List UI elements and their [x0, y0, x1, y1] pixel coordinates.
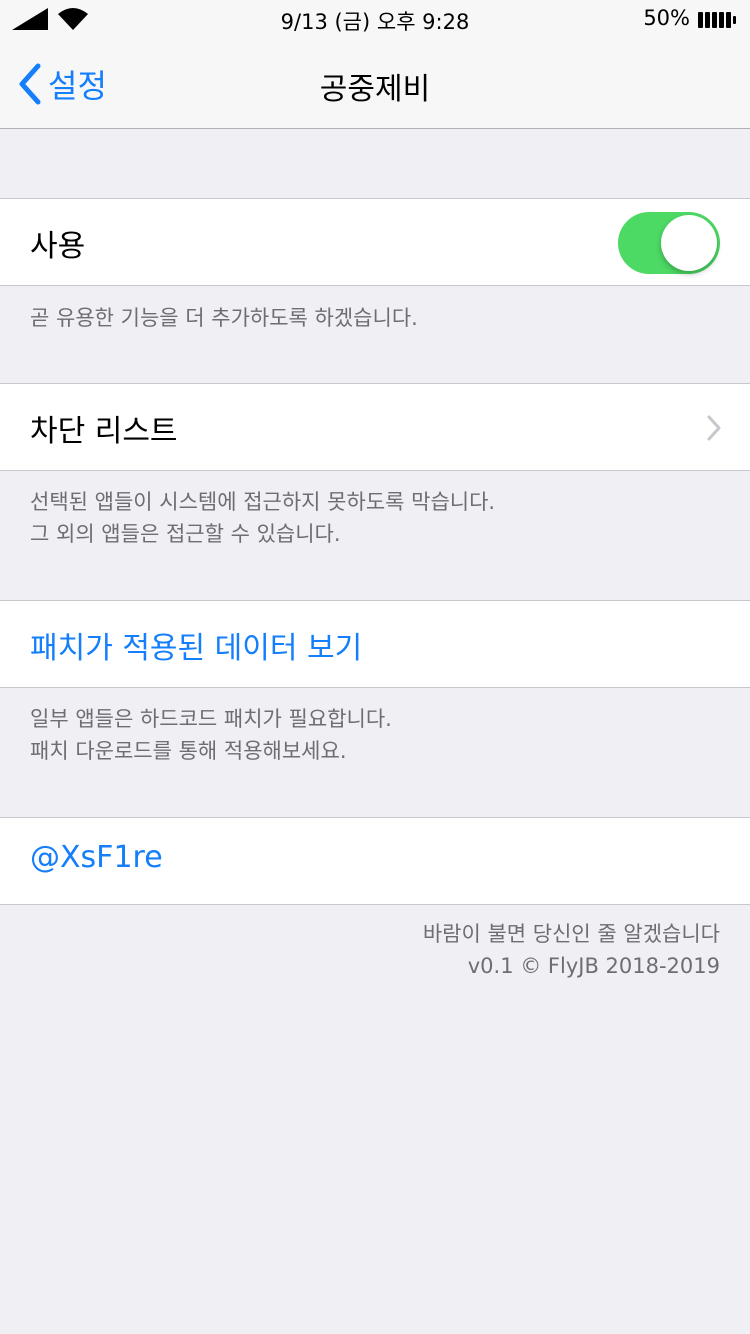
status-bar: 9/13 (금) 오후 9:28 50% [0, 0, 750, 40]
patch-data-link: 패치가 적용된 데이터 보기 [30, 631, 363, 666]
page-title: 공중제비 [319, 72, 431, 107]
patch-footer-line2: 패치 다운로드를 통해 적용해보세요. [30, 739, 347, 763]
chevron-right-icon [707, 415, 721, 441]
blocklist-label: 차단 리스트 [30, 414, 178, 449]
status-time: 9/13 (금) 오후 9:28 [280, 10, 470, 34]
credits: 바람이 불면 당신인 줄 알겠습니다 v0.1 © FlyJB 2018-201… [30, 918, 720, 982]
credits-line1: 바람이 불면 당신인 줄 알겠습니다 [422, 922, 720, 946]
author-cell[interactable]: @XsF1re [0, 817, 750, 905]
navigation-bar: 설정 공중제비 [0, 40, 750, 129]
battery-percentage: 50% [643, 6, 690, 30]
blocklist-footer-line1: 선택된 앱들이 시스템에 접근하지 못하도록 막습니다. [30, 490, 496, 514]
blocklist-footer: 선택된 앱들이 시스템에 접근하지 못하도록 막습니다. 그 외의 앱들은 접근… [30, 486, 720, 550]
patch-data-cell[interactable]: 패치가 적용된 데이터 보기 [0, 600, 750, 688]
patch-footer: 일부 앱들은 하드코드 패치가 필요합니다. 패치 다운로드를 통해 적용해보세… [30, 703, 720, 767]
enable-footer: 곧 유용한 기능을 더 추가하도록 하겠습니다. [30, 306, 418, 330]
toggle-knob [661, 215, 717, 271]
patch-footer-line1: 일부 앱들은 하드코드 패치가 필요합니다. [30, 707, 392, 731]
battery-icon [698, 12, 736, 28]
blocklist-footer-line2: 그 외의 앱들은 접근할 수 있습니다. [30, 522, 341, 546]
blocklist-cell[interactable]: 차단 리스트 [0, 383, 750, 471]
enable-label: 사용 [30, 229, 86, 264]
credits-line2: v0.1 © FlyJB 2018-2019 [467, 954, 720, 978]
enable-toggle[interactable] [618, 212, 720, 274]
enable-cell: 사용 [0, 198, 750, 286]
author-link: @XsF1re [30, 840, 163, 875]
